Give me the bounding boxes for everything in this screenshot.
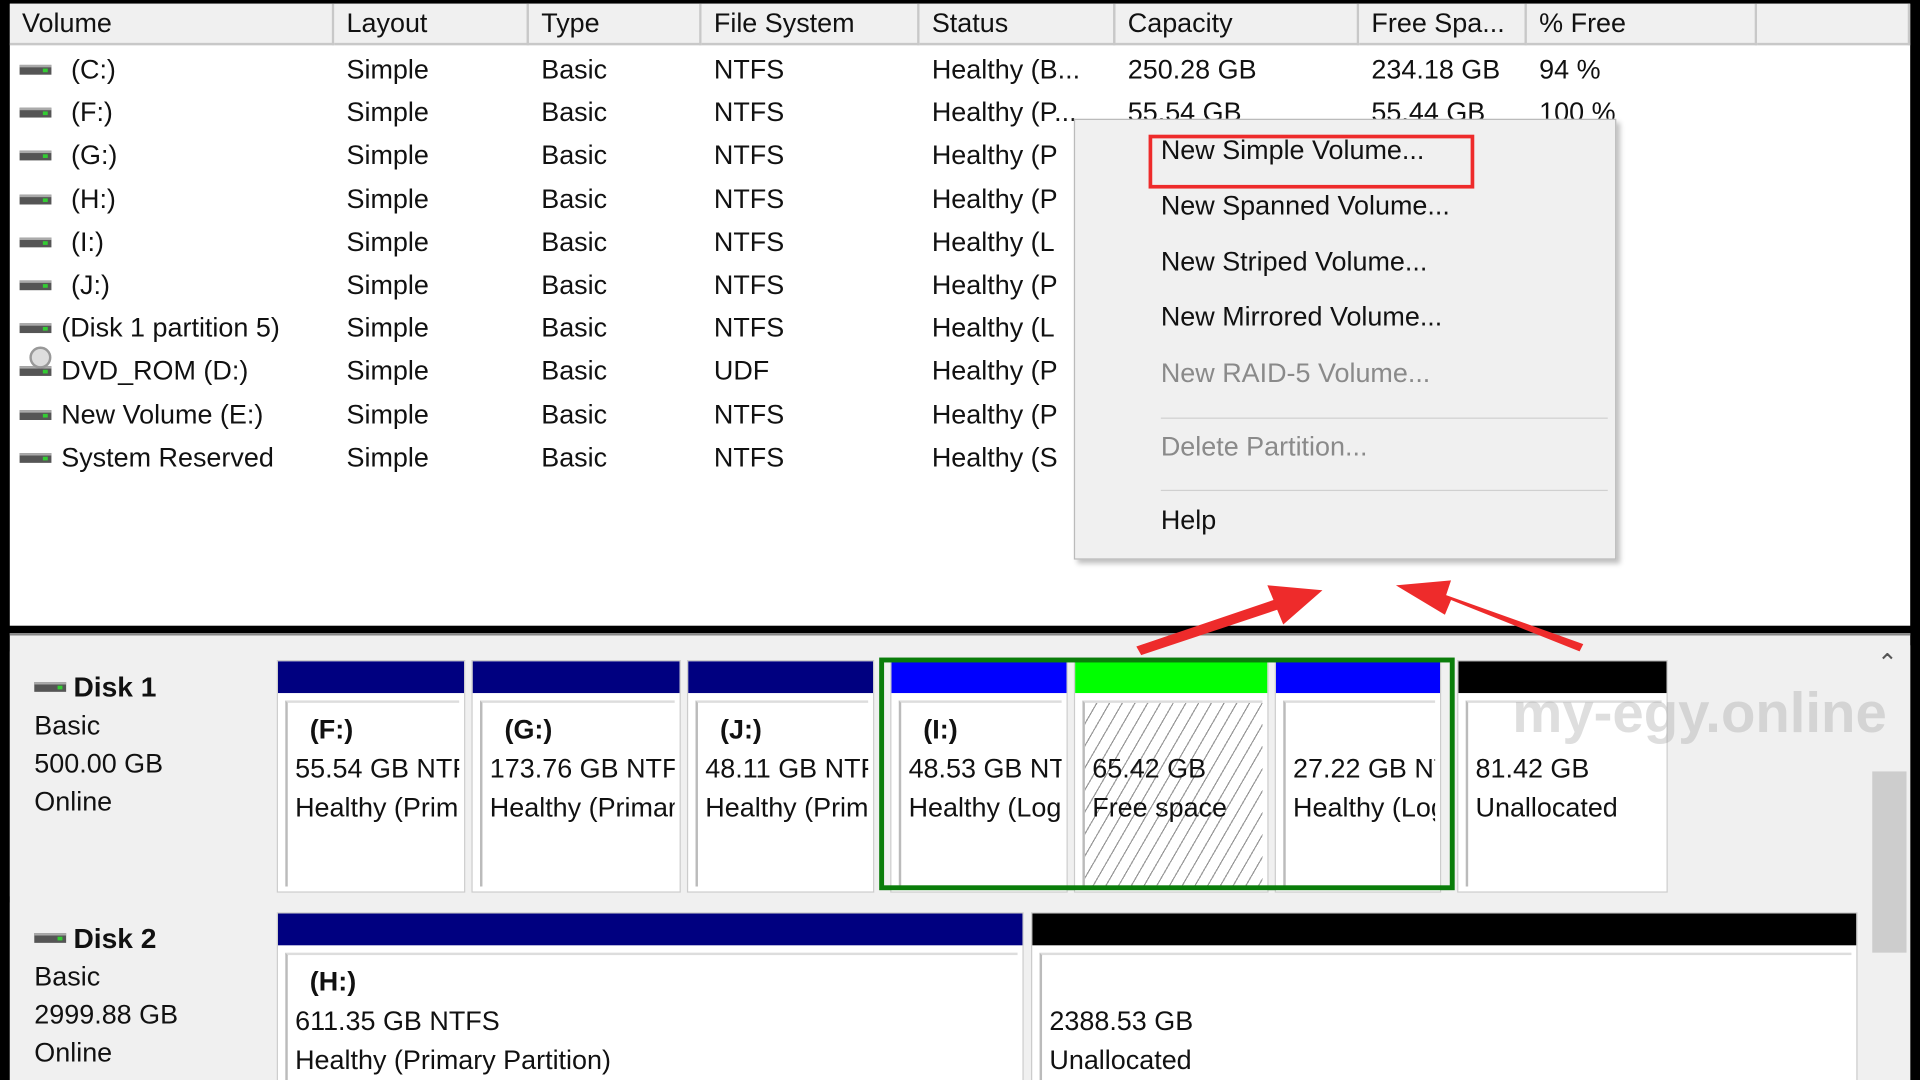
annotation-arrows xyxy=(1136,580,1584,656)
arrow-left xyxy=(1136,585,1323,656)
disk-management-window: Volume Layout Type File System Status Capacit… xyxy=(0,0,1920,1080)
arrow-right xyxy=(1395,580,1584,652)
